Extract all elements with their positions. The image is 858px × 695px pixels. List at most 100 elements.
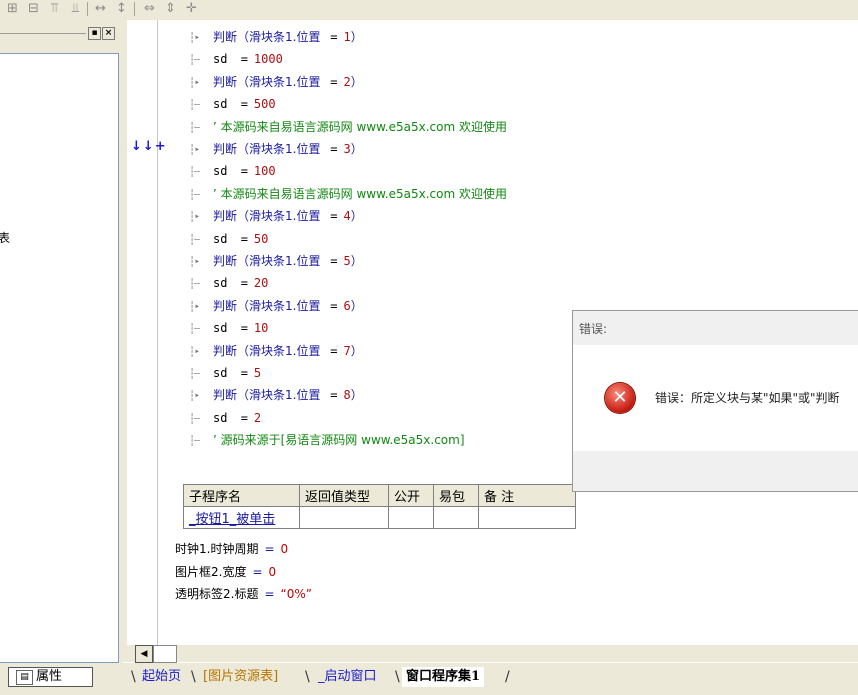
code-comment: ’ 源码来源于[易语言源码网 www.e5a5x.com] [213,433,465,448]
caption-divider [0,33,86,34]
numeric-literal: 2 [343,74,351,89]
property-line[interactable]: 时钟1.时钟周期 = 0 [175,539,288,559]
code-line-assign[interactable]: ┆┄ sd = 1000 [189,48,283,70]
code-line-judge[interactable]: ┆‣ 判断（滑块条1.位置 = 8） [189,384,363,406]
flow-line-icon: ┆┄ [189,122,200,134]
variable-name: sd [213,231,235,246]
code-line-comment[interactable]: ┆┄ ’ 本源码来自易语言源码网 www.e5a5x.com 欢迎使用 [189,116,507,138]
operator: = [240,410,248,425]
property-operator: = [264,542,275,556]
horizontal-scrollbar[interactable]: ◀ [123,645,858,663]
flow-line-icon: ┆‣ [189,301,200,313]
code-line-comment[interactable]: ┆┄ ’ 本源码来自易语言源码网 www.e5a5x.com 欢迎使用 [189,183,507,205]
tab-image-resources[interactable]: [图片资源表] [199,667,282,687]
subroutine-name-cell[interactable]: _按钮1_被单击 [183,506,300,529]
close-paren: ） [350,254,363,268]
same-width-icon[interactable]: ⇔ [141,1,158,16]
easy-package-cell[interactable] [433,506,479,529]
close-paren: ） [350,74,363,89]
operator: = [240,276,248,291]
code-line-assign[interactable]: ┆┄ sd = 500 [189,93,276,115]
code-line-judge[interactable]: ┆‣ 判断（滑块条1.位置 = 5） [189,250,363,272]
return-type-cell[interactable] [299,506,389,529]
property-operator: = [264,587,275,601]
judge-keyword: 判断（滑块条1.位置 [213,343,325,358]
numeric-literal: 3 [343,142,351,156]
table-row[interactable]: _按钮1_被单击 [183,506,576,529]
code-line-assign[interactable]: ┆┄ sd = 100 [189,160,276,182]
align-top-icon[interactable]: ⫪ [46,1,63,16]
numeric-literal: 10 [253,321,269,336]
code-line-judge[interactable]: ┆‣ 判断（滑块条1.位置 = 4） [189,205,363,227]
operator: = [330,388,338,403]
numeric-literal: 20 [253,276,269,291]
variable-name: sd [213,52,235,67]
code-line-judge[interactable]: ┆‣ 判断（滑块条1.位置 = 6） [189,295,363,317]
dialog-title: 错误: [579,322,608,336]
flow-line-icon: ┆┄ [189,189,200,201]
tab-divider: \ [395,669,400,685]
space-horizontal-icon[interactable]: ↔ [92,1,109,16]
align-center-icon[interactable]: ⊟ [25,1,42,16]
tab-startup-window[interactable]: _启动窗口 [314,667,381,687]
property-line[interactable]: 透明标签2.标题 = “0%” [175,584,312,604]
tab-start-page[interactable]: 起始页 [138,667,185,687]
variable-name: sd [213,97,235,112]
code-line-assign[interactable]: ┆┄ sd = 10 [189,317,268,339]
property-name: 图片框2.宽度 [175,565,247,579]
property-line[interactable]: 图片框2.宽度 = 0 [175,562,276,582]
code-line-assign[interactable]: ┆┄ sd = 2 [189,407,261,429]
close-paren: ） [350,209,363,224]
close-paren: ） [350,388,363,403]
code-line-comment[interactable]: ┆┄ ’ 源码来源于[易语言源码网 www.e5a5x.com] [189,429,465,451]
operator: = [240,97,248,112]
operator: = [330,74,338,89]
variable-name: sd [213,410,235,425]
error-dialog: 错误: ✕ 错误：所定义块与某"如果"或"判断 [572,310,858,492]
code-line-assign[interactable]: ┆┄ sd = 20 [189,272,268,294]
code-line-assign[interactable]: ┆┄ sd = 5 [189,362,261,384]
align-bottom-icon[interactable]: ⫫ [67,1,84,16]
code-line-assign[interactable]: ┆┄ sd = 50 [189,228,268,250]
numeric-literal: 7 [343,343,351,358]
code-line-judge[interactable]: ┆‣ 判断（滑块条1.位置 = 2） [189,71,363,93]
judge-keyword: 判断（滑块条1.位置 [213,74,325,89]
remark-cell[interactable] [478,506,576,529]
close-icon[interactable]: × [102,27,115,40]
numeric-literal: 5 [253,366,262,380]
public-cell[interactable] [388,506,434,529]
same-height-icon[interactable]: ⇕ [162,1,179,16]
scroll-left-icon[interactable]: ◀ [135,645,153,663]
code-line-judge[interactable]: ┆‣ 判断（滑块条1.位置 = 7） [189,340,363,362]
space-vertical-icon[interactable]: ↕ [113,1,130,16]
flow-line-icon: ┆‣ [189,145,200,156]
panel-caption: ▪ × [0,27,118,40]
toolbar-separator [134,2,135,16]
property-value: 0 [268,565,277,579]
operator: = [330,298,338,313]
restore-icon[interactable]: ▪ [88,27,101,40]
same-size-icon[interactable]: ✛ [183,1,200,16]
tab-window-assembly[interactable]: 窗口程序集1 [402,667,485,687]
tab-divider: \ [131,669,136,685]
numeric-literal: 4 [343,209,351,224]
code-line-judge[interactable]: ┆‣ 判断（滑块条1.位置 = 3） [189,138,363,160]
properties-tab[interactable]: ▤ 属性 [8,667,93,687]
variable-name: sd [213,164,235,179]
property-name: 时钟1.时钟周期 [175,542,259,556]
align-cols-icon[interactable]: ⊞ [4,1,21,16]
operator: = [240,52,248,67]
judge-keyword: 判断（滑块条1.位置 [213,30,325,44]
left-dock-panel: ▪ × 表 ▤ 属性 [0,20,123,695]
flow-line-icon: ┆┄ [189,413,200,425]
scroll-track[interactable] [153,645,177,663]
operator: = [330,142,338,156]
col-header-public: 公开 [388,484,434,507]
layout-toolbar: ⊞ ⊟ ⫪ ⫫ ↔ ↕ ⇔ ⇕ ✛ [0,0,858,21]
flow-line-icon: ┆┄ [189,324,200,336]
variable-name: sd [213,276,235,291]
flow-line-icon: ┆‣ [189,391,200,403]
close-paren: ） [350,142,363,156]
code-line-judge[interactable]: ┆‣ 判断（滑块条1.位置 = 1） [189,26,363,48]
numeric-literal: 500 [253,97,276,112]
